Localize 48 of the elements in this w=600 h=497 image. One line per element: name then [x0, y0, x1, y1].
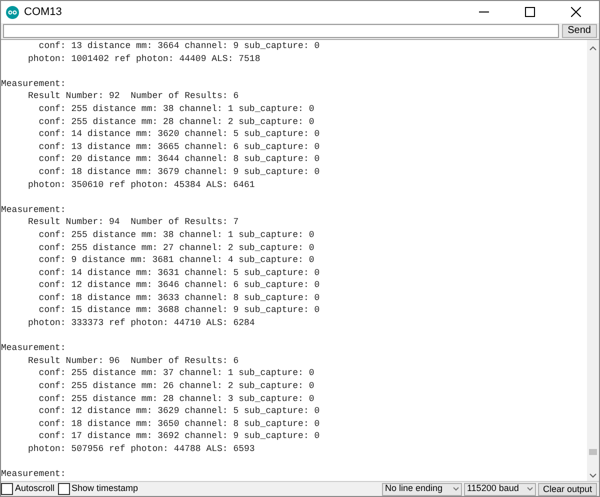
window-title: COM13: [24, 4, 62, 20]
measurement-line: Measurement:: [1, 78, 66, 89]
target-line: conf: 255 distance mm: 37 channel: 1 sub_capture: 0: [38, 368, 314, 378]
scroll-up-icon[interactable]: [589, 44, 597, 52]
target-line: conf: 255 distance mm: 28 channel: 2 sub_capture: 0: [38, 116, 314, 127]
scroll-down-icon[interactable]: [589, 471, 597, 479]
line-ending-dropdown[interactable]: No line ending: [382, 482, 462, 496]
target-line: conf: 255 distance mm: 38 channel: 1 sub_capture: 0: [38, 104, 314, 114]
target-line: conf: 18 distance mm: 3679 channel: 9 sub_capture: 0: [38, 166, 320, 177]
clear-output-button[interactable]: Clear output: [538, 482, 597, 496]
target-line: conf: 255 distance mm: 28 channel: 3 sub_capture: 0: [38, 394, 314, 404]
baud-dropdown[interactable]: 115200 baud: [464, 482, 536, 496]
target-line: conf: 18 distance mm: 3650 channel: 8 sub_capture: 0: [38, 418, 320, 429]
target-line: conf: 15 distance mm: 3688 channel: 9 sub_capture: 0: [38, 305, 320, 316]
chevron-down-icon: [452, 487, 459, 491]
result-line: Result Number: 96 Number of Results: 6: [28, 356, 239, 366]
target-line: conf: 12 distance mm: 3629 channel: 5 sub_capture: 0: [38, 406, 320, 416]
photon-line: photon: 507956 ref photon: 44788 ALS: 6593: [28, 444, 255, 454]
scrollbar[interactable]: [587, 40, 599, 481]
result-line: Result Number: 94 Number of Results: 7: [28, 217, 239, 228]
timestamp-checkbox[interactable]: Show timestamp: [58, 482, 138, 496]
target-line: conf: 14 distance mm: 3620 channel: 5 sub_capture: 0: [38, 129, 320, 140]
target-line: conf: 14 distance mm: 3631 channel: 5 sub_capture: 0: [38, 268, 320, 278]
target-line: conf: 255 distance mm: 38 channel: 1 sub_capture: 0: [38, 230, 314, 240]
photon-line: photon: 1001402 ref photon: 44409 ALS: 7518: [28, 54, 260, 64]
target-line: conf: 17 distance mm: 3692 channel: 9 sub_capture: 0: [38, 431, 320, 442]
message-field[interactable]: [3, 24, 559, 38]
close-icon: [571, 7, 581, 17]
send-button[interactable]: Send: [562, 24, 597, 38]
measurement-line: Measurement:: [1, 204, 66, 215]
measurement-line: Measurement:: [1, 343, 66, 354]
target-line: conf: 20 distance mm: 3644 channel: 8 sub_capture: 0: [38, 154, 320, 164]
app-logo-icon: [6, 6, 19, 18]
photon-line: photon: 350610 ref photon: 45384 ALS: 6461: [28, 180, 255, 190]
autoscroll-checkbox[interactable]: Autoscroll: [1, 482, 55, 496]
target-line: conf: 13 distance mm: 3665 channel: 6 sub_capture: 0: [38, 142, 320, 152]
maximize-icon: [525, 7, 535, 17]
photon-line: photon: 333373 ref photon: 44710 ALS: 6284: [28, 318, 255, 328]
measurement-line: Measurement:: [1, 469, 66, 480]
result-line: Result Number: 92 Number of Results: 6: [28, 91, 239, 102]
target-line: conf: 255 distance mm: 27 channel: 2 sub_capture: 0: [38, 242, 314, 252]
target-line: conf: 13 distance mm: 3664 channel: 9 sub_capture: 0: [38, 41, 320, 51]
scrollbar-thumb[interactable]: [589, 449, 597, 455]
target-line: conf: 18 distance mm: 3633 channel: 8 sub_capture: 0: [38, 292, 320, 303]
target-line: conf: 9 distance mm: 3681 channel: 4 sub_capture: 0: [38, 255, 314, 266]
chevron-down-icon: [526, 487, 533, 491]
target-line: conf: 12 distance mm: 3646 channel: 6 sub_capture: 0: [38, 280, 320, 290]
target-line: conf: 255 distance mm: 26 channel: 2 sub_capture: 0: [38, 381, 314, 392]
